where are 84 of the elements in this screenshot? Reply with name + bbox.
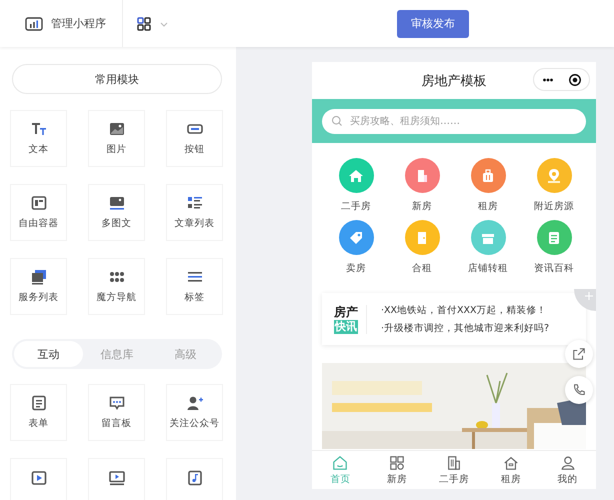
- phone-icon: [572, 383, 586, 397]
- shortcut-label[interactable]: 附近房源: [534, 200, 574, 213]
- publish-button[interactable]: 审核发布: [397, 10, 469, 38]
- tile-label: 按钮: [184, 143, 204, 156]
- module-tile[interactable]: 文章列表: [166, 184, 223, 241]
- house-icon[interactable]: [338, 158, 374, 193]
- module-tile[interactable]: 魔方导航: [88, 258, 145, 315]
- form-icon: [30, 395, 46, 411]
- capsule-menu[interactable]: [533, 68, 590, 91]
- tile-label: 标签: [184, 291, 204, 304]
- chat-bubble-icon: [108, 395, 124, 411]
- module-tile[interactable]: 标签: [166, 258, 223, 315]
- shortcut-label[interactable]: 资讯百科: [534, 262, 574, 275]
- shortcut-label[interactable]: 卖房: [346, 262, 366, 275]
- building-icon[interactable]: [404, 158, 440, 193]
- image-icon: [108, 121, 124, 137]
- grid-icon: [389, 454, 406, 470]
- news-logo-text: 房产: [334, 304, 358, 318]
- tile-label: 多图文: [102, 217, 132, 230]
- button-icon: [186, 121, 202, 137]
- news-headline[interactable]: ·升级楼市调控，其他城市迎来利好吗?: [381, 322, 550, 334]
- tag-icon[interactable]: [338, 220, 374, 255]
- shortcut-label[interactable]: 租房: [478, 200, 498, 213]
- module-tile[interactable]: 表单: [10, 384, 67, 441]
- dots-grid-icon: [108, 269, 124, 285]
- tile-label: 图片: [106, 143, 126, 156]
- tile-label: 文本: [28, 143, 48, 156]
- module-tile[interactable]: 服务列表: [10, 258, 67, 315]
- category-tab[interactable]: 互动: [14, 341, 83, 367]
- apps-icon[interactable]: [137, 16, 151, 30]
- home-icon: [332, 454, 348, 470]
- module-tile[interactable]: [88, 458, 145, 500]
- music-note-icon: [186, 470, 202, 486]
- text-size-icon: [30, 121, 46, 137]
- tab-bar-item[interactable]: 租房: [482, 451, 540, 489]
- module-tile[interactable]: [10, 458, 67, 500]
- door-icon[interactable]: [404, 220, 440, 255]
- container-icon: [30, 195, 46, 211]
- search-input[interactable]: 买房攻略、租房须知……: [348, 114, 586, 128]
- manage-label[interactable]: 管理小程序: [51, 16, 106, 31]
- module-tile[interactable]: [166, 458, 223, 500]
- shortcut-label[interactable]: 二手房: [341, 200, 371, 213]
- stacked-cards-icon: [30, 269, 46, 285]
- module-tile[interactable]: 多图文: [88, 184, 145, 241]
- tab-bar-item[interactable]: 二手房: [426, 451, 482, 489]
- shortcut-label[interactable]: 新房: [412, 200, 432, 213]
- house-outline-icon: [502, 454, 519, 470]
- tile-label: 自由容器: [18, 217, 58, 230]
- module-tile[interactable]: 自由容器: [10, 184, 67, 241]
- tile-label: 表单: [28, 417, 48, 430]
- tile-label: 文章列表: [174, 217, 214, 230]
- page-title: 房地产模板: [422, 72, 486, 90]
- shortcut-label[interactable]: 店铺转租: [468, 262, 508, 275]
- news-headline[interactable]: ·XX地铁站，首付XXX万起，精装修！: [381, 304, 550, 316]
- record-icon: [568, 72, 582, 86]
- tile-label: 魔方导航: [96, 291, 136, 304]
- news-logo-badge: 快讯: [334, 320, 358, 334]
- person-icon: [560, 454, 576, 470]
- chart-icon: [25, 16, 43, 32]
- module-tile[interactable]: 按钮: [166, 110, 223, 167]
- suitcase-icon[interactable]: [470, 158, 506, 193]
- video-icon: [30, 470, 46, 486]
- building-icon: [446, 454, 462, 470]
- image-text-icon: [108, 195, 124, 211]
- module-tile[interactable]: 留言板: [88, 384, 145, 441]
- search-field[interactable]: 买房攻略、租房须知……: [322, 108, 586, 134]
- module-tile[interactable]: 关注公众号: [166, 384, 223, 441]
- tile-label: 服务列表: [18, 291, 58, 304]
- search-icon: [331, 115, 343, 127]
- shop-icon[interactable]: [470, 220, 506, 255]
- share-icon: [572, 347, 586, 361]
- tab-bar-item[interactable]: 新房: [368, 451, 426, 489]
- document-icon[interactable]: [536, 220, 572, 255]
- tile-label: 关注公众号: [170, 417, 220, 430]
- module-tile[interactable]: 图片: [88, 110, 145, 167]
- person-plus-icon: [186, 395, 202, 411]
- video-list-icon: [108, 470, 124, 486]
- tab-bar-item[interactable]: 我的: [539, 451, 596, 489]
- section-header[interactable]: 常用模块: [12, 64, 222, 94]
- tile-label: 留言板: [102, 417, 132, 430]
- module-tile[interactable]: 文本: [10, 110, 67, 167]
- shortcut-label[interactable]: 合租: [412, 262, 432, 275]
- list-icon: [186, 195, 202, 211]
- location-pin-icon[interactable]: [536, 158, 572, 193]
